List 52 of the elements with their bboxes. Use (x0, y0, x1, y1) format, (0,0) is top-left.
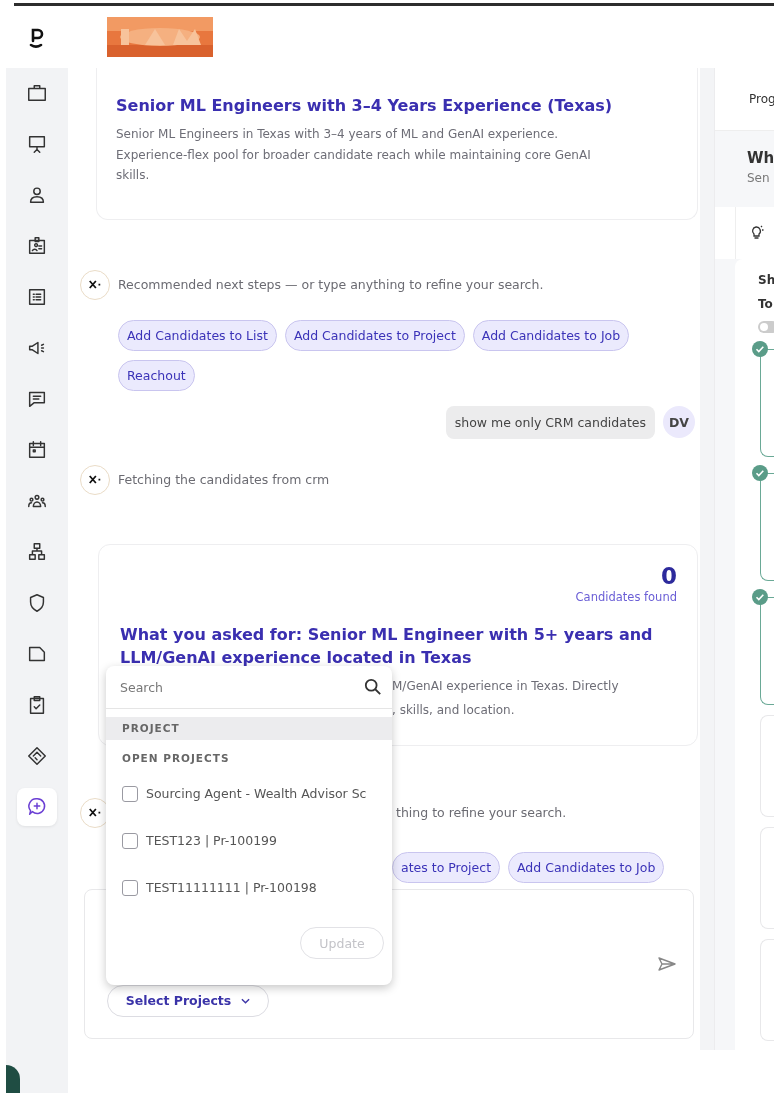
action-chip[interactable]: Add Candidates to List (118, 319, 277, 351)
check-circle-icon (752, 341, 768, 357)
action-chip[interactable]: Add Candidates to Project (284, 319, 465, 351)
chevron-down-icon (241, 997, 251, 1004)
hierarchy-icon (26, 541, 48, 563)
list-icon (26, 286, 48, 308)
group-label: OPEN PROJECTS (121, 752, 231, 764)
calendar-icon (26, 439, 48, 461)
checkbox[interactable] (122, 879, 138, 896)
candidate-count: 0 (660, 561, 677, 590)
panel-text: Sh (758, 273, 774, 287)
action-chip[interactable]: ates to Project (392, 851, 501, 883)
count-label: Candidates found (574, 589, 677, 604)
check-circle-icon (752, 589, 768, 605)
user-avatar: DV (663, 406, 695, 438)
action-chip[interactable]: Reachout (118, 359, 195, 391)
checkbox[interactable] (122, 785, 138, 802)
panel-subheading: Sen (747, 171, 771, 185)
result-description: Senior ML Engineers in Texas with 3–4 years of ML and GenAI experience. Experience-flex pool for broader candidate reach while maintaining core GenAI skills. (116, 126, 592, 184)
search-icon[interactable] (364, 678, 382, 696)
chat-icon (26, 796, 48, 818)
action-chip[interactable]: Add Candidates to Job (472, 319, 630, 351)
panel-tab[interactable]: Prog (749, 92, 774, 106)
sidebar-item[interactable] (17, 788, 57, 826)
result-description: , skills, and location. (392, 702, 516, 719)
section-header: PROJECT (106, 717, 392, 740)
assistant-message: Fetching the candidates from crm (118, 472, 330, 487)
panel-heading: Wh (747, 149, 774, 167)
result-description: M/GenAI experience in Texas. Directly (392, 677, 620, 695)
assistant-message: thing to refine your search. (396, 805, 567, 820)
toggle-switch[interactable] (758, 321, 774, 333)
project-option[interactable]: TEST123 | Pr-100199 (146, 833, 277, 848)
project-option[interactable]: Sourcing Agent - Wealth Advisor Sc (146, 786, 367, 801)
send-icon[interactable] (657, 955, 677, 972)
assistant-message: Recommended next steps — or type anything to refine your search. (118, 277, 544, 292)
lightbulb-icon (750, 225, 764, 241)
select-projects-button[interactable]: Select Projects (107, 984, 269, 1017)
id-badge-icon (26, 235, 48, 257)
corner-shape (6, 1065, 20, 1093)
result-title: Senior ML Engineers with 3–4 Years Experience (Texas) (116, 95, 614, 117)
result-title: What you asked for: Senior ML Engineer with 5+ years and LLM/GenAI experience located in Texas (120, 623, 654, 669)
x-mark-icon (88, 279, 102, 290)
presentation-icon (26, 133, 48, 155)
checkbox[interactable] (122, 832, 138, 849)
briefcase-icon (26, 82, 48, 104)
panel-text: To (758, 297, 774, 311)
user-message: show me only CRM candidates (445, 405, 655, 439)
project-option[interactable]: TEST11111111 | Pr-100198 (146, 880, 317, 895)
x-mark-icon (88, 474, 102, 485)
x-mark-icon (88, 807, 102, 818)
action-chip[interactable]: Add Candidates to Job (508, 851, 665, 883)
check-circle-icon (752, 465, 768, 481)
